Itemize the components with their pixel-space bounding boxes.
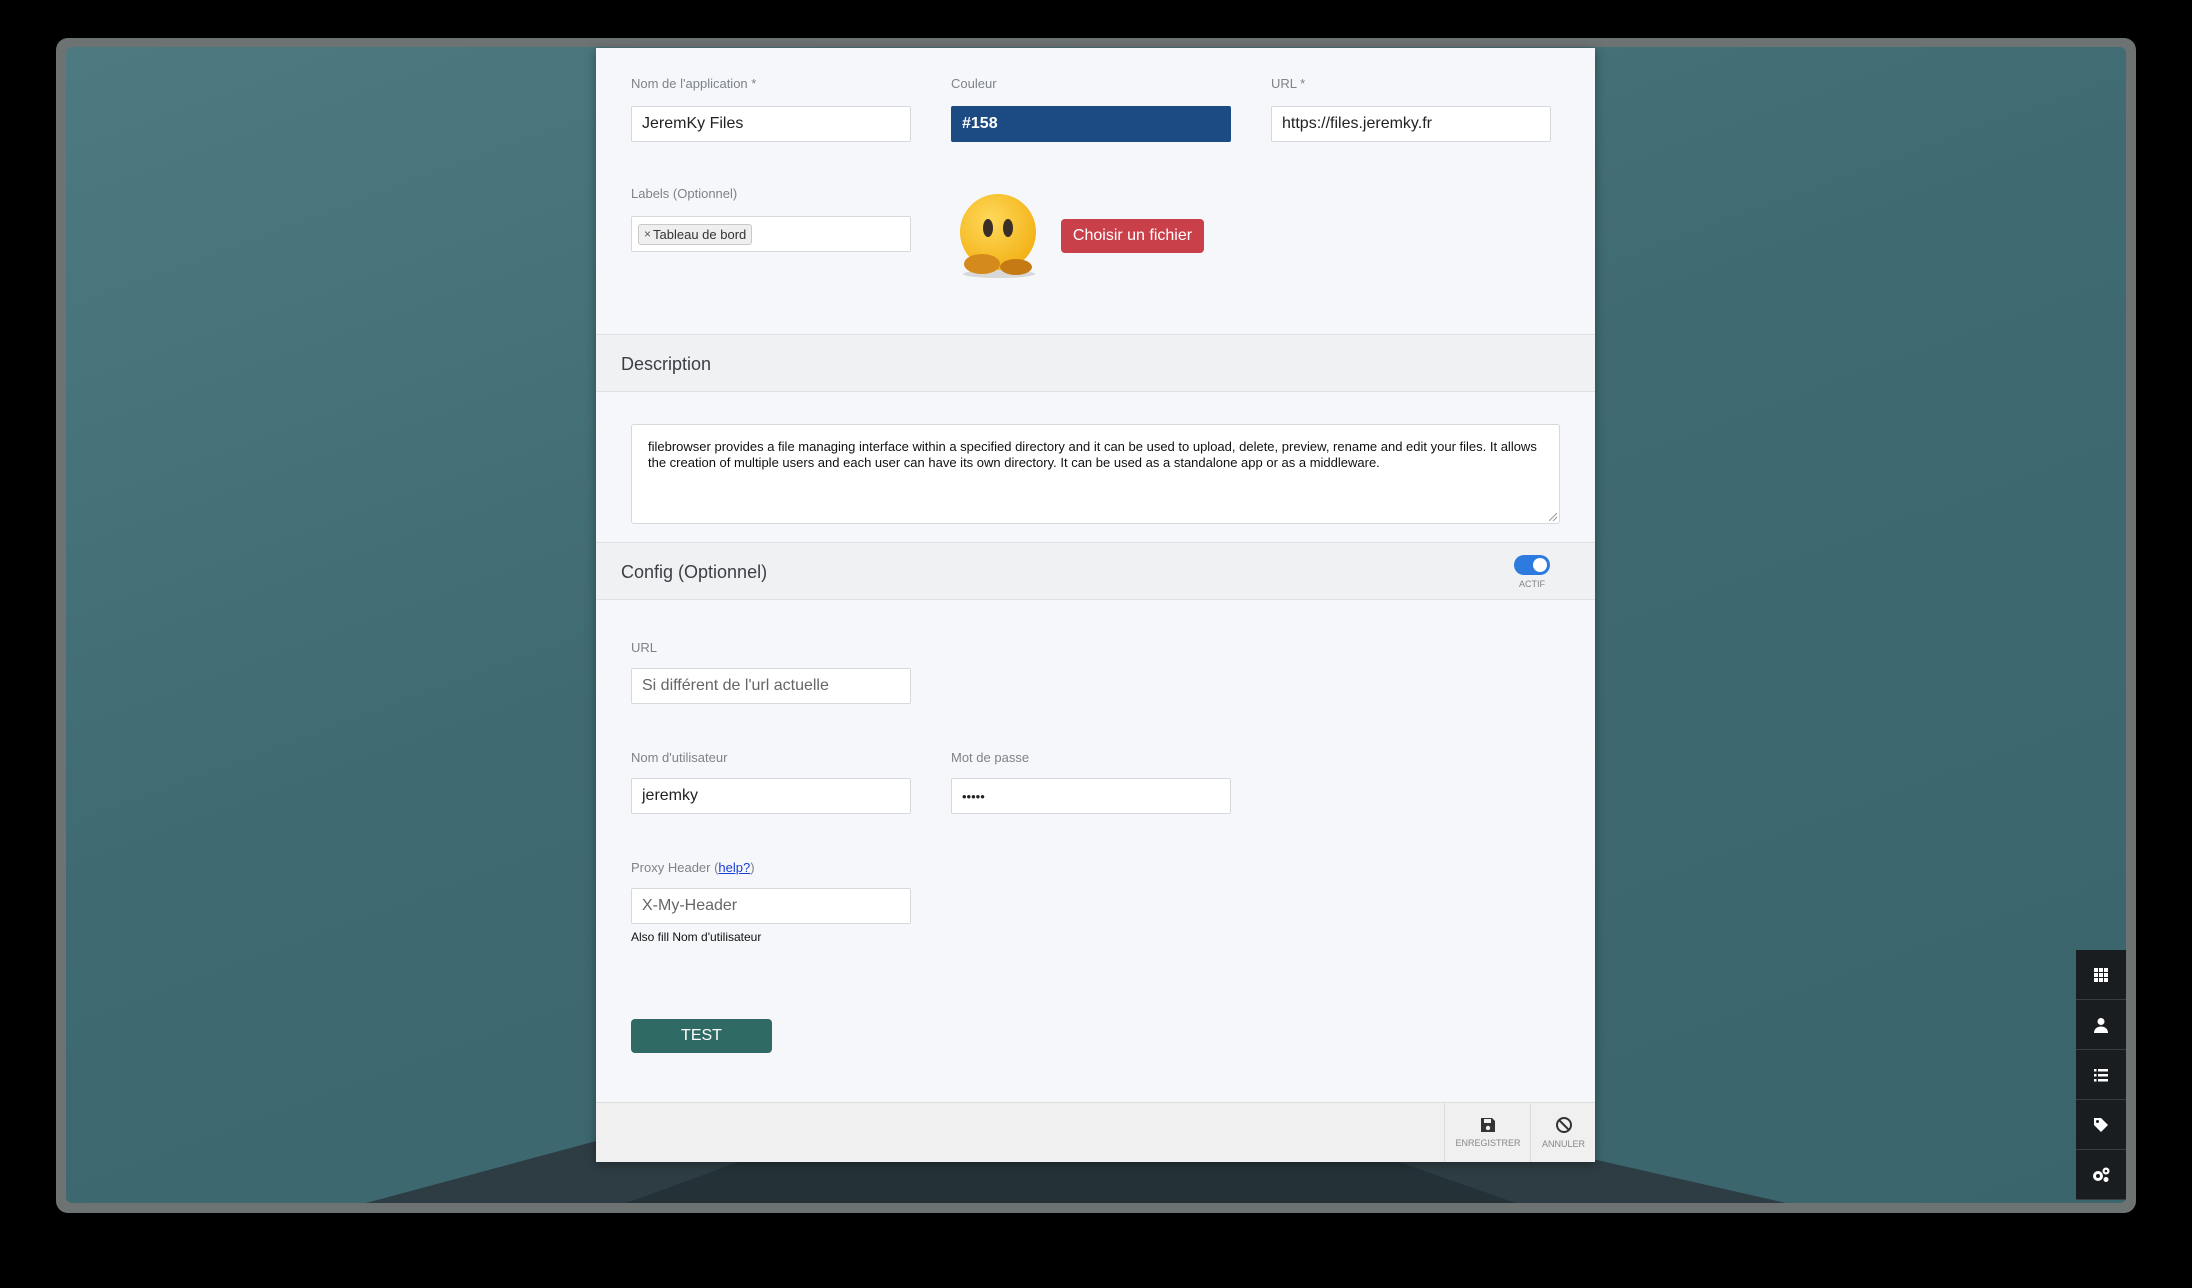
test-button[interactable]: TEST <box>631 1019 772 1053</box>
user-icon <box>2094 1017 2108 1033</box>
app-name-input[interactable]: JeremKy Files <box>631 106 911 142</box>
panel-footer: ENREGISTRER ANNULER <box>596 1102 1595 1162</box>
description-textarea[interactable]: filebrowser provides a file managing int… <box>631 424 1560 524</box>
app-name-label: Nom de l'application * <box>631 76 757 91</box>
dock-tags-button[interactable] <box>2076 1100 2126 1150</box>
proxy-header-label: Proxy Header (help?) <box>631 860 755 875</box>
config-url-label: URL <box>631 640 658 655</box>
proxy-label-suffix: ) <box>750 860 755 875</box>
color-input[interactable]: #158 <box>951 106 1231 142</box>
description-header: Description <box>596 334 1595 392</box>
proxy-label-prefix: Proxy Header ( <box>631 860 719 875</box>
config-toggle-label: ACTIF <box>1519 579 1545 589</box>
labels-input[interactable]: × Tableau de bord <box>631 216 911 252</box>
color-label: Couleur <box>951 76 997 91</box>
username-input[interactable]: jeremky <box>631 778 911 814</box>
ban-icon <box>1555 1117 1572 1133</box>
label-tag-text: Tableau de bord <box>653 226 747 242</box>
password-label: Mot de passe <box>951 750 1030 765</box>
url-label: URL * <box>1271 76 1306 91</box>
proxy-help-link[interactable]: help? <box>718 860 750 875</box>
password-input[interactable]: ••••• <box>951 778 1231 814</box>
dock-users-button[interactable] <box>2076 1000 2126 1050</box>
tag-icon <box>2094 1117 2108 1132</box>
username-label: Nom d'utilisateur <box>631 750 728 765</box>
description-title: Description <box>621 354 712 374</box>
resize-grip-icon[interactable] <box>1549 513 1557 521</box>
app-icon-preview <box>960 194 1036 278</box>
dock-list-button[interactable] <box>2076 1050 2126 1100</box>
cancel-button[interactable]: ANNULER <box>1530 1103 1596 1162</box>
list-icon <box>2094 1068 2108 1081</box>
settings-icon <box>2093 1167 2110 1182</box>
config-header: Config (Optionnel) <box>596 542 1595 600</box>
config-title: Config (Optionnel) <box>621 562 768 582</box>
toggle-knob <box>1533 558 1547 572</box>
label-tag[interactable]: × Tableau de bord <box>638 223 753 245</box>
remove-tag-icon[interactable]: × <box>644 227 651 241</box>
config-url-input[interactable]: Si différent de l'url actuelle <box>631 668 911 704</box>
application-edit-panel: Nom de l'application * JeremKy Files Cou… <box>596 48 1595 1162</box>
proxy-header-input[interactable]: X-My-Header <box>631 888 911 924</box>
config-toggle[interactable] <box>1514 555 1550 575</box>
grid-icon <box>2094 967 2108 982</box>
url-input[interactable]: https://files.jeremky.fr <box>1271 106 1551 142</box>
side-dock <box>2076 950 2126 1200</box>
dock-settings-button[interactable] <box>2076 1150 2126 1200</box>
save-button[interactable]: ENREGISTRER <box>1444 1103 1531 1162</box>
save-label: ENREGISTRER <box>1455 1138 1521 1148</box>
proxy-hint: Also fill Nom d'utilisateur <box>631 930 762 944</box>
description-text: filebrowser provides a file managing int… <box>648 439 1537 470</box>
choose-file-button[interactable]: Choisir un fichier <box>1061 219 1204 253</box>
floppy-disk-icon <box>1481 1118 1495 1132</box>
labels-label: Labels (Optionnel) <box>631 186 738 201</box>
cancel-label: ANNULER <box>1541 1139 1585 1149</box>
dock-apps-button[interactable] <box>2076 950 2126 1000</box>
